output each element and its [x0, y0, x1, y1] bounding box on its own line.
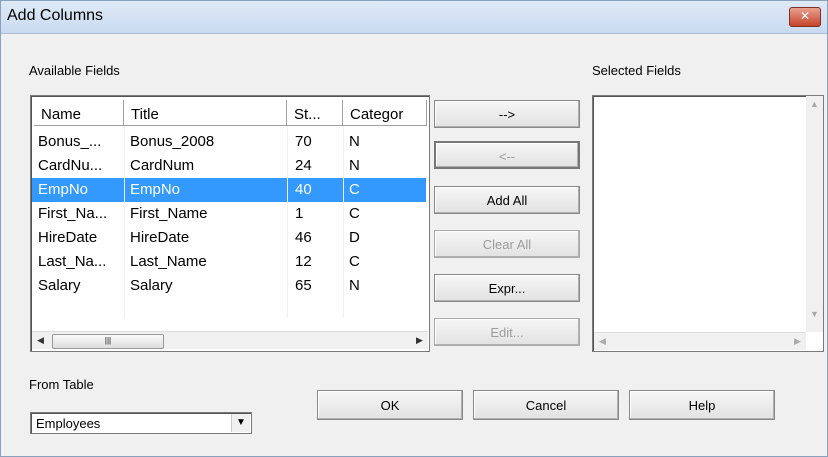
help-button[interactable]: Help: [629, 390, 775, 420]
column-header-st[interactable]: St...: [287, 100, 343, 126]
field-st: 46: [295, 229, 312, 246]
grip-icon: |||: [104, 336, 112, 345]
field-category: C: [349, 253, 360, 270]
from-table-value: Employees: [36, 416, 101, 431]
field-name: Last_Na...: [38, 253, 107, 270]
field-title: First_Name: [130, 205, 208, 222]
field-name: EmpNo: [38, 181, 89, 198]
field-row-salary[interactable]: Salary Salary 65 N: [32, 274, 426, 298]
field-st: 65: [295, 277, 312, 294]
field-title: CardNum: [130, 157, 195, 174]
close-button[interactable]: ✕: [789, 7, 821, 27]
available-fields-list[interactable]: Name Title St... Categor Bonus_... Bonus…: [30, 95, 430, 352]
selected-vscrollbar[interactable]: ▲ ▼: [806, 96, 823, 332]
column-header-name[interactable]: Name: [34, 100, 124, 126]
field-category: N: [349, 157, 360, 174]
field-category: D: [349, 229, 360, 246]
expr-button[interactable]: Expr...: [434, 274, 580, 302]
add-all-button[interactable]: Add All: [434, 186, 580, 214]
field-category: C: [349, 205, 360, 222]
field-name: CardNu...: [38, 157, 103, 174]
field-st: 24: [295, 157, 312, 174]
title-bar: Add Columns ✕: [1, 1, 827, 34]
column-divider: [343, 126, 344, 318]
field-title: EmpNo: [130, 181, 181, 198]
column-divider: [287, 126, 288, 318]
field-name: HireDate: [38, 229, 98, 246]
scroll-down-icon[interactable]: ▼: [806, 306, 823, 323]
scroll-up-icon[interactable]: ▲: [806, 96, 823, 113]
field-row-bonus[interactable]: Bonus_... Bonus_2008 70 N: [32, 130, 426, 154]
ok-button[interactable]: OK: [317, 390, 463, 420]
field-row-first-name[interactable]: First_Na... First_Name 1 C: [32, 202, 426, 226]
field-title: HireDate: [130, 229, 190, 246]
scroll-right-icon[interactable]: ▶: [411, 332, 428, 349]
from-table-select[interactable]: Employees ▼: [30, 412, 252, 434]
clear-all-button[interactable]: Clear All: [434, 230, 580, 258]
field-title: Salary: [130, 277, 173, 294]
field-st: 1: [295, 205, 304, 222]
window-title: Add Columns: [7, 7, 104, 24]
field-st: 12: [295, 253, 312, 270]
add-field-button[interactable]: -->: [434, 100, 580, 128]
field-category: N: [349, 133, 360, 150]
add-columns-dialog: Add Columns ✕ Available Fields Selected …: [0, 0, 828, 457]
column-header-category[interactable]: Categor: [343, 100, 427, 126]
scroll-thumb[interactable]: |||: [52, 334, 164, 349]
field-name: Salary: [38, 277, 81, 294]
field-row-cardnum[interactable]: CardNu... CardNum 24 N: [32, 154, 426, 178]
field-row-last-name[interactable]: Last_Na... Last_Name 12 C: [32, 250, 426, 274]
scroll-left-icon[interactable]: ◀: [594, 333, 611, 350]
scroll-left-icon[interactable]: ◀: [32, 332, 49, 349]
selected-fields-list[interactable]: ▲ ▼ ◀ ▶: [592, 95, 824, 352]
field-row-hiredate[interactable]: HireDate HireDate 46 D: [32, 226, 426, 250]
scroll-right-icon[interactable]: ▶: [789, 333, 806, 350]
close-icon: ✕: [799, 9, 811, 23]
edit-button[interactable]: Edit...: [434, 318, 580, 346]
field-name: Bonus_...: [38, 133, 102, 150]
remove-field-button[interactable]: <--: [434, 141, 580, 169]
chevron-down-icon[interactable]: ▼: [231, 414, 250, 432]
selected-fields-label: Selected Fields: [592, 63, 681, 78]
field-category: N: [349, 277, 360, 294]
available-hscrollbar[interactable]: ◀ ||| ▶: [32, 331, 428, 349]
column-divider: [124, 126, 125, 318]
field-category: C: [349, 181, 360, 198]
field-title: Bonus_2008: [130, 133, 215, 150]
field-title: Last_Name: [130, 253, 207, 270]
field-name: First_Na...: [38, 205, 108, 222]
field-st: 70: [295, 133, 312, 150]
selected-hscrollbar[interactable]: ◀ ▶: [594, 332, 806, 350]
available-fields-label: Available Fields: [29, 63, 120, 78]
cancel-button[interactable]: Cancel: [473, 390, 619, 420]
field-row-empno[interactable]: EmpNo EmpNo 40 C: [32, 178, 426, 202]
field-st: 40: [295, 181, 312, 198]
from-table-label: From Table: [29, 377, 94, 392]
column-header-title[interactable]: Title: [124, 100, 287, 126]
